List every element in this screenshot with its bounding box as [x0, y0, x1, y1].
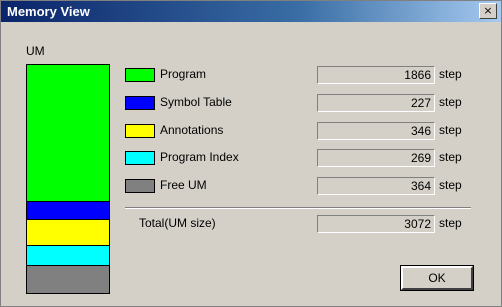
- legend-label: Free UM: [160, 178, 207, 192]
- value-field: 346: [317, 122, 435, 140]
- close-button[interactable]: ×: [479, 3, 497, 19]
- legend-label: Program Index: [160, 150, 239, 164]
- bar-segment-annotations: [27, 219, 109, 246]
- unit-label: step: [439, 178, 462, 192]
- ok-button[interactable]: OK: [400, 265, 474, 291]
- memory-view-dialog: Memory View × UM Program 1866 step Symbo…: [0, 0, 502, 307]
- value-field: 227: [317, 94, 435, 112]
- bar-segment-symbol-table: [27, 202, 109, 220]
- legend-row-annotations: Annotations 346 step: [125, 122, 475, 140]
- bar-segment-program: [27, 65, 109, 203]
- unit-label: step: [439, 216, 462, 230]
- memory-usage-bar: [26, 64, 110, 294]
- value-field: 269: [317, 149, 435, 167]
- window-title: Memory View: [7, 4, 90, 19]
- total-row: Total(UM size) 3072 step: [125, 215, 475, 233]
- color-swatch: [125, 151, 155, 165]
- close-icon: ×: [483, 4, 493, 17]
- total-value-field: 3072: [317, 215, 435, 233]
- legend-label: Symbol Table: [160, 95, 232, 109]
- total-label: Total(UM size): [139, 216, 216, 230]
- unit-label: step: [439, 67, 462, 81]
- legend-label: Annotations: [160, 123, 224, 137]
- legend-label: Program: [160, 67, 207, 81]
- value-field: 364: [317, 177, 435, 195]
- unit-label: step: [439, 95, 462, 109]
- um-label: UM: [26, 44, 45, 58]
- legend-row-free-um: Free UM 364 step: [125, 177, 475, 195]
- legend-row-program: Program 1866 step: [125, 66, 475, 84]
- color-swatch: [125, 96, 155, 110]
- legend-row-symbol-table: Symbol Table 227 step: [125, 94, 475, 112]
- legend-row-program-index: Program Index 269 step: [125, 149, 475, 167]
- unit-label: step: [439, 150, 462, 164]
- bar-segment-free-um: [27, 266, 109, 293]
- title-bar[interactable]: Memory View ×: [1, 1, 501, 22]
- color-swatch: [125, 68, 155, 82]
- separator: [125, 207, 471, 209]
- unit-label: step: [439, 123, 462, 137]
- color-swatch: [125, 124, 155, 138]
- value-field: 1866: [317, 66, 435, 84]
- color-swatch: [125, 179, 155, 193]
- bar-segment-program-index: [27, 245, 109, 267]
